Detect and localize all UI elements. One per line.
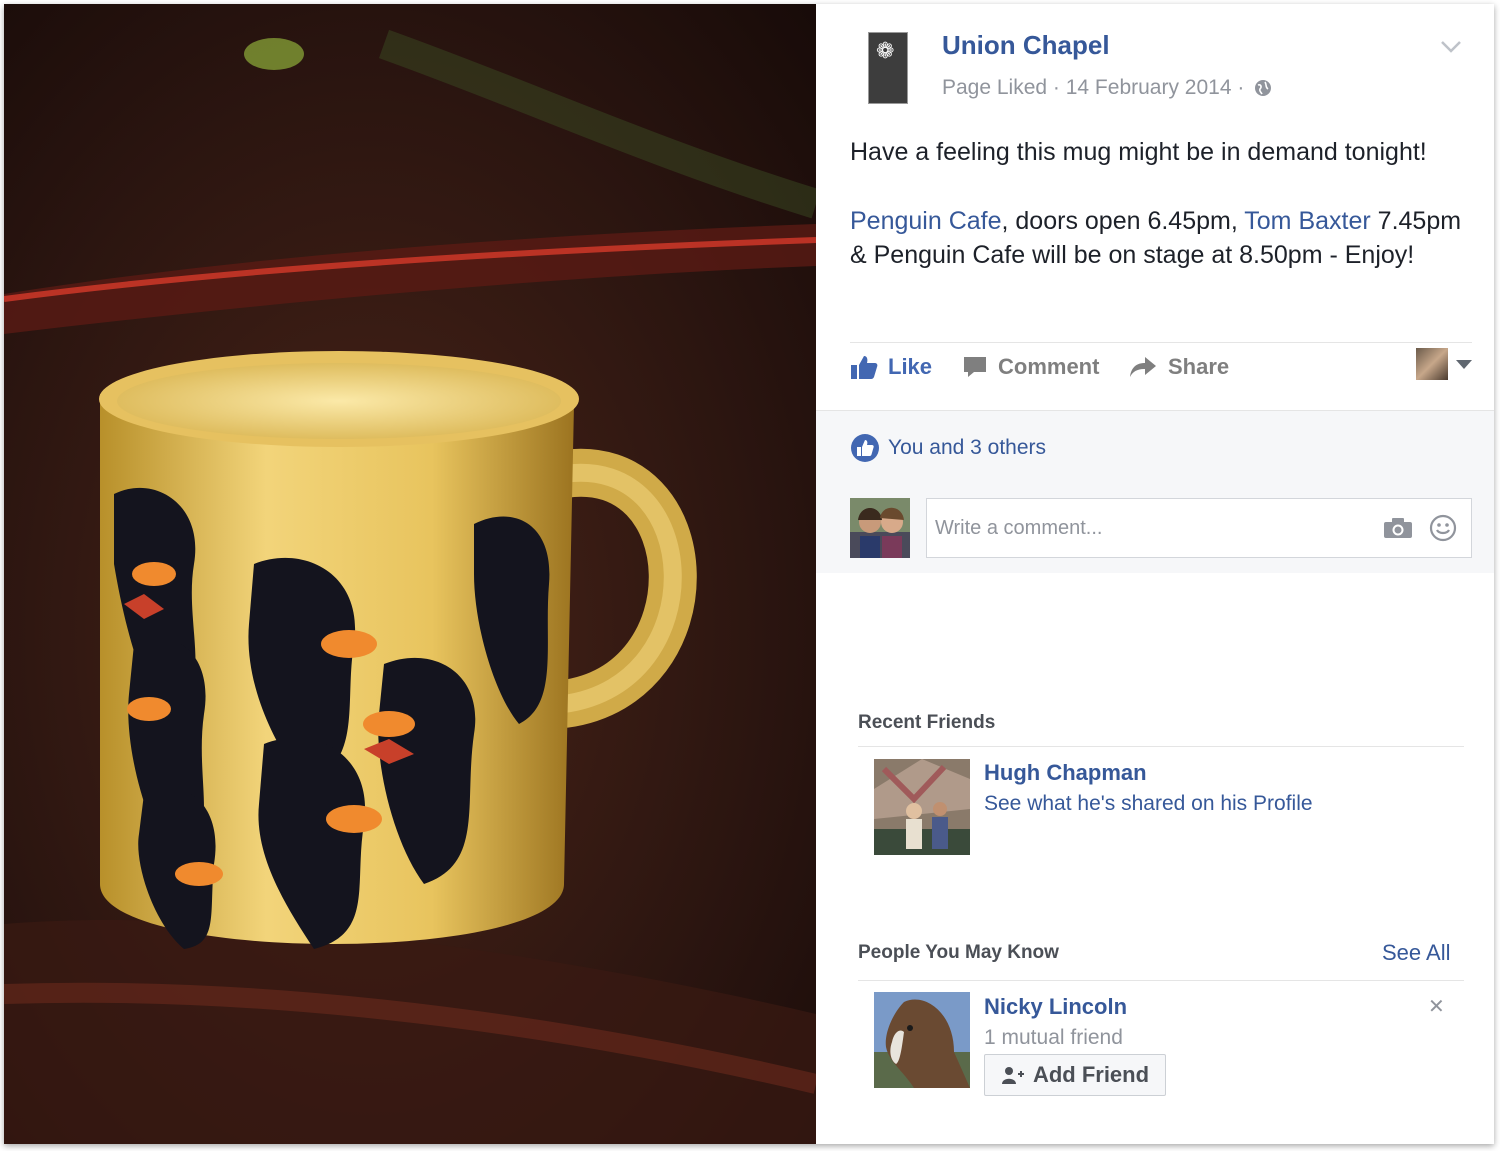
add-friend-button[interactable]: Add Friend bbox=[984, 1054, 1166, 1096]
globe-icon bbox=[1255, 80, 1272, 97]
camera-icon[interactable] bbox=[1383, 517, 1413, 539]
add-friend-label: Add Friend bbox=[1032, 1062, 1150, 1087]
flower-logo-icon: ❁ bbox=[876, 38, 895, 63]
comment-input[interactable] bbox=[933, 511, 1377, 545]
likes-summary[interactable]: You and 3 others bbox=[850, 433, 1046, 463]
post-text: Penguin Cafe, doors open 6.45pm, Tom Bax… bbox=[850, 204, 1480, 272]
page-avatar[interactable]: ❁ bbox=[868, 32, 908, 104]
recent-friends-title: Recent Friends bbox=[858, 712, 996, 733]
mention-tom-baxter[interactable]: Tom Baxter bbox=[1244, 207, 1370, 235]
user-avatar bbox=[1416, 348, 1448, 380]
suggestion-avatar[interactable] bbox=[874, 992, 970, 1088]
close-icon[interactable]: ✕ bbox=[1428, 994, 1445, 1019]
mutual-friends-count[interactable]: 1 mutual friend bbox=[984, 1026, 1123, 1050]
people-you-may-know-title: People You May Know bbox=[858, 942, 1059, 963]
like-button[interactable]: Like bbox=[850, 354, 932, 380]
suggestion-name-link[interactable]: Nicky Lincoln bbox=[984, 994, 1127, 1020]
friend-photo bbox=[874, 759, 970, 855]
likes-summary-text: You and 3 others bbox=[888, 436, 1047, 459]
post-text-fragment: , doors open 6.45pm, bbox=[1001, 207, 1245, 235]
mention-penguin-cafe[interactable]: Penguin Cafe bbox=[850, 207, 1002, 235]
smiley-icon[interactable] bbox=[1429, 514, 1457, 542]
share-arrow-icon bbox=[1130, 357, 1156, 377]
commenter-avatar[interactable] bbox=[850, 498, 910, 558]
post-meta: Page Liked · 14 February 2014 · bbox=[942, 76, 1272, 100]
divider bbox=[858, 980, 1464, 981]
post-details-panel: ❁ Union Chapel Page Liked · 14 February … bbox=[816, 4, 1494, 1144]
divider bbox=[858, 746, 1464, 747]
comments-section: You and 3 others bbox=[816, 410, 1494, 573]
post-timestamp[interactable]: Page Liked · 14 February 2014 · bbox=[942, 76, 1244, 99]
penguin-mug-image bbox=[4, 4, 816, 1144]
post-window: ❁ Union Chapel Page Liked · 14 February … bbox=[4, 4, 1494, 1144]
share-label: Share bbox=[1168, 354, 1230, 379]
caret-down-icon bbox=[1456, 360, 1472, 369]
friend-avatar[interactable] bbox=[874, 759, 970, 855]
thumbs-up-icon bbox=[851, 356, 878, 379]
page-name-link[interactable]: Union Chapel bbox=[942, 30, 1110, 61]
comment-label: Comment bbox=[998, 354, 1100, 379]
see-all-link[interactable]: See All bbox=[1382, 940, 1451, 966]
friend-name-link[interactable]: Hugh Chapman bbox=[984, 760, 1147, 786]
like-badge-icon bbox=[851, 434, 879, 462]
horse-photo bbox=[874, 992, 970, 1088]
post-as-selector[interactable] bbox=[1416, 348, 1472, 382]
divider bbox=[850, 342, 1472, 343]
post-photo[interactable] bbox=[4, 4, 816, 1144]
post-text-line: Have a feeling this mug might be in dema… bbox=[850, 138, 1427, 166]
like-label: Like bbox=[888, 354, 933, 379]
friend-profile-link[interactable]: See what he's shared on his Profile bbox=[984, 792, 1313, 816]
commenter-photo bbox=[850, 498, 910, 558]
comment-composer[interactable] bbox=[926, 498, 1472, 558]
comment-bubble-icon bbox=[964, 357, 986, 377]
chevron-down-icon[interactable] bbox=[1440, 40, 1462, 54]
share-button[interactable]: Share bbox=[1128, 354, 1229, 380]
add-friend-icon bbox=[1001, 1067, 1024, 1084]
comment-button[interactable]: Comment bbox=[962, 354, 1099, 380]
